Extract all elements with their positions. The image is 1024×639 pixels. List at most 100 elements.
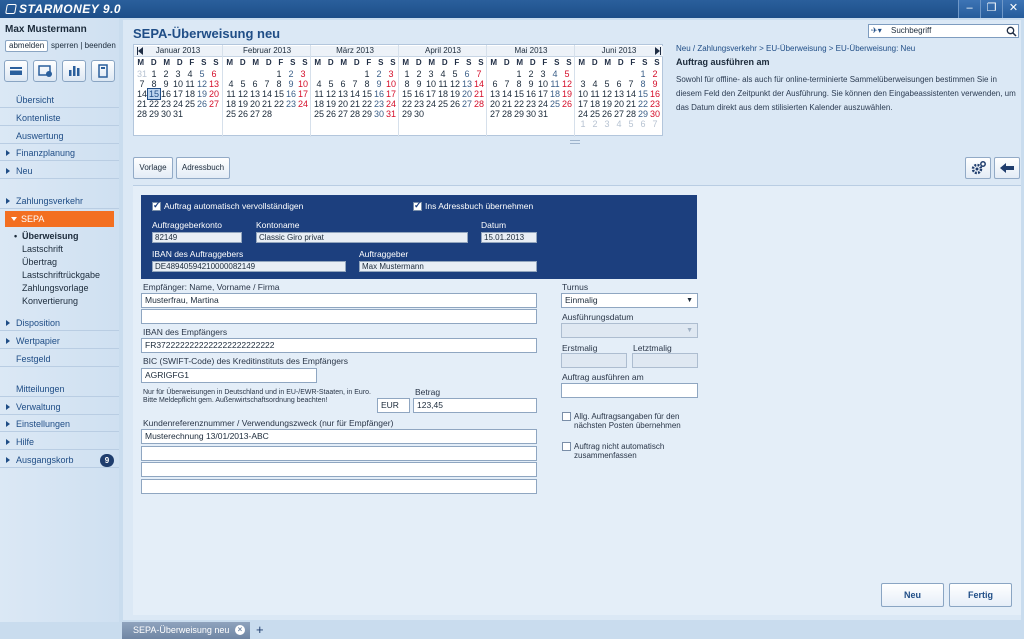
back-button[interactable] [994, 157, 1020, 179]
vorlage-button[interactable]: Vorlage [133, 157, 173, 179]
calendar-day[interactable]: 15 [637, 89, 649, 99]
bic-input[interactable]: AGRIGFG1 [141, 368, 317, 383]
calendar-day[interactable]: 17 [385, 89, 397, 99]
calendar-day[interactable]: 4 [549, 69, 561, 79]
calendar-day[interactable]: 28 [625, 109, 637, 119]
calendar-day[interactable]: 2 [589, 119, 601, 129]
calendar-day[interactable]: 8 [401, 79, 413, 89]
calendar-day[interactable]: 12 [561, 79, 573, 89]
calendar-day[interactable]: 19 [561, 89, 573, 99]
calendar-day[interactable]: 24 [172, 99, 184, 109]
calendar-day[interactable]: 31 [172, 109, 184, 119]
calendar-day[interactable]: 4 [184, 69, 196, 79]
calendar-day[interactable]: 30 [413, 109, 425, 119]
maximize-button[interactable]: ❐ [980, 0, 1002, 18]
calendar-day[interactable]: 23 [285, 99, 297, 109]
calendar-day[interactable]: 18 [437, 89, 449, 99]
calendar-day[interactable]: 7 [349, 79, 361, 89]
calendar-day[interactable]: 26 [196, 99, 208, 109]
calculator-icon-button[interactable] [91, 60, 115, 82]
calendar-day[interactable]: 12 [449, 79, 461, 89]
calendar-day[interactable]: 29 [361, 109, 373, 119]
calendar-day[interactable]: 13 [489, 89, 501, 99]
calendar-day[interactable]: 2 [649, 69, 661, 79]
calendar-day[interactable]: 29 [637, 109, 649, 119]
adressbuch-button[interactable]: Adressbuch [176, 157, 230, 179]
calendar-day[interactable]: 29 [401, 109, 413, 119]
calendar-day[interactable]: 13 [249, 89, 261, 99]
sepa-konvertierung[interactable]: Konvertierung [22, 295, 78, 308]
calendar-day[interactable]: 9 [373, 79, 385, 89]
calendar-day[interactable]: 27 [489, 109, 501, 119]
calendar-day[interactable]: 26 [237, 109, 249, 119]
calendar-day[interactable]: 11 [225, 89, 237, 99]
calendar-day[interactable]: 13 [337, 89, 349, 99]
nav-neu[interactable]: Neu [0, 163, 119, 179]
calendar-day[interactable]: 10 [577, 89, 589, 99]
calendar-day[interactable]: 1 [361, 69, 373, 79]
transfer-icon-button[interactable] [33, 60, 57, 82]
calendar-day[interactable]: 12 [601, 89, 613, 99]
calendar-day[interactable]: 6 [208, 69, 220, 79]
calendar-day[interactable]: 22 [401, 99, 413, 109]
calendar-day[interactable]: 2 [525, 69, 537, 79]
calendar-day[interactable]: 1 [637, 69, 649, 79]
calendar-day[interactable]: 22 [273, 99, 285, 109]
calendar-day[interactable]: 9 [285, 79, 297, 89]
calendar-day[interactable]: 28 [261, 109, 273, 119]
calendar-day[interactable]: 1 [148, 69, 160, 79]
calendar-day[interactable]: 26 [449, 99, 461, 109]
calendar-day[interactable]: 15 [361, 89, 373, 99]
calendar-day[interactable]: 2 [373, 69, 385, 79]
calendar-day[interactable]: 27 [461, 99, 473, 109]
calendar-day[interactable]: 23 [649, 99, 661, 109]
sepa-lastschriftrueckgabe[interactable]: Lastschriftrückgabe [22, 269, 100, 282]
neu-button[interactable]: Neu [881, 583, 944, 607]
calendar-day[interactable]: 8 [148, 79, 160, 89]
minimize-button[interactable]: – [958, 0, 980, 18]
calendar-day[interactable]: 22 [361, 99, 373, 109]
logout-button[interactable]: abmelden [5, 40, 49, 52]
calendar-day[interactable]: 2 [285, 69, 297, 79]
tab-sepa-ueberweisung[interactable]: SEPA-Überweisung neu × [122, 622, 250, 639]
calendar-day[interactable]: 19 [196, 89, 208, 99]
star-filter-icon[interactable]: ✈▾ [871, 25, 882, 37]
calendar-day[interactable]: 14 [501, 89, 513, 99]
calendar-day[interactable]: 8 [513, 79, 525, 89]
calendar-day[interactable]: 14 [349, 89, 361, 99]
calendar-day[interactable]: 6 [489, 79, 501, 89]
recipient-input[interactable]: Musterfrau, Martina [141, 293, 537, 308]
calendar-day[interactable]: 15 [401, 89, 413, 99]
calendar-day[interactable]: 23 [413, 99, 425, 109]
calendar-day[interactable]: 6 [637, 119, 649, 129]
calendar-day[interactable]: 5 [237, 79, 249, 89]
calendar-day[interactable]: 28 [501, 109, 513, 119]
calendar-day[interactable]: 8 [361, 79, 373, 89]
calendar-day[interactable]: 6 [613, 79, 625, 89]
calendar-day[interactable]: 4 [313, 79, 325, 89]
calendar-day[interactable]: 21 [261, 99, 273, 109]
calendar-day[interactable]: 9 [413, 79, 425, 89]
calendar-day[interactable]: 3 [537, 69, 549, 79]
calendar-day[interactable]: 19 [325, 99, 337, 109]
calendar-day[interactable]: 27 [249, 109, 261, 119]
calendar-day[interactable]: 19 [237, 99, 249, 109]
calendar-day[interactable]: 7 [473, 69, 485, 79]
calendar-day[interactable]: 25 [589, 109, 601, 119]
amount-input[interactable]: 123,45 [413, 398, 537, 413]
calendar-day[interactable]: 6 [461, 69, 473, 79]
calendar-day[interactable]: 24 [385, 99, 397, 109]
calendar-day[interactable]: 29 [148, 109, 160, 119]
nav-hilfe[interactable]: Hilfe [0, 434, 119, 450]
calendar-day[interactable]: 12 [325, 89, 337, 99]
calendar-day[interactable]: 3 [172, 69, 184, 79]
calendar-day[interactable]: 10 [385, 79, 397, 89]
search-input[interactable]: Suchbegriff [891, 25, 931, 37]
calendar-day[interactable]: 9 [160, 79, 172, 89]
calendar-day[interactable]: 26 [601, 109, 613, 119]
calendar-day[interactable]: 20 [337, 99, 349, 109]
calendar-day[interactable]: 20 [461, 89, 473, 99]
calendar-day[interactable]: 4 [613, 119, 625, 129]
calendar-day[interactable]: 11 [437, 79, 449, 89]
close-button[interactable]: ✕ [1002, 0, 1024, 18]
